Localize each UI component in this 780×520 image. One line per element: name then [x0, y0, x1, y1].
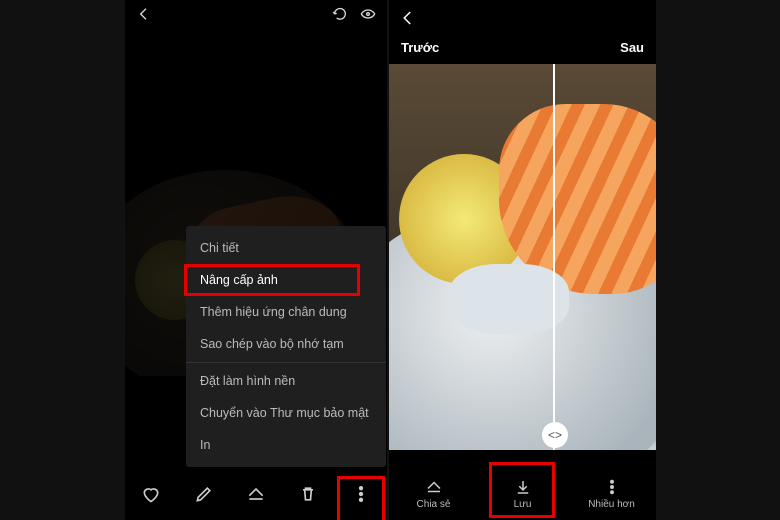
overflow-menu: Chi tiết Nâng cấp ảnh Thêm hiệu ứng chân…: [186, 226, 386, 467]
back-icon[interactable]: [135, 5, 153, 23]
menu-divider: [186, 362, 386, 363]
share-button[interactable]: [242, 480, 270, 508]
left-topbar: [125, 0, 387, 24]
tutorial-highlight-enhance: [184, 264, 360, 296]
favorite-button[interactable]: [137, 480, 165, 508]
edit-button[interactable]: [190, 480, 218, 508]
right-topbar: [389, 0, 656, 36]
menu-item-portrait[interactable]: Thêm hiệu ứng chân dung: [186, 296, 386, 328]
compare-photo: [389, 64, 656, 450]
tutorial-highlight-more: [337, 476, 385, 520]
menu-item-detail[interactable]: Chi tiết: [186, 232, 386, 264]
after-label: Sau: [620, 40, 644, 55]
more-button[interactable]: Nhiều hơn: [582, 474, 642, 510]
menu-item-wallpaper[interactable]: Đặt làm hình nền: [186, 365, 386, 397]
compare-divider[interactable]: [553, 64, 555, 450]
share-button[interactable]: Chia sẻ: [404, 474, 464, 510]
tutorial-highlight-save: [489, 462, 555, 518]
tutorial-composite: Chi tiết Nâng cấp ảnh Thêm hiệu ứng chân…: [0, 0, 780, 520]
menu-item-secure[interactable]: Chuyển vào Thư mục bảo mật: [186, 397, 386, 429]
before-label: Trước: [401, 40, 439, 55]
slider-icon: <>: [548, 428, 562, 442]
back-icon[interactable]: [399, 9, 417, 32]
delete-button[interactable]: [294, 480, 322, 508]
refresh-icon[interactable]: [331, 5, 349, 23]
compare-labels: Trước Sau: [389, 36, 656, 61]
compare-slider-handle[interactable]: <>: [542, 422, 568, 448]
more-label: Nhiều hơn: [588, 499, 635, 510]
menu-item-print[interactable]: In: [186, 429, 386, 461]
right-phone: Trước Sau <> Chia sẻ Lưu: [389, 0, 656, 520]
share-label: Chia sẻ: [417, 499, 451, 510]
eye-icon[interactable]: [359, 5, 377, 23]
menu-item-copy[interactable]: Sao chép vào bộ nhớ tạm: [186, 328, 386, 360]
